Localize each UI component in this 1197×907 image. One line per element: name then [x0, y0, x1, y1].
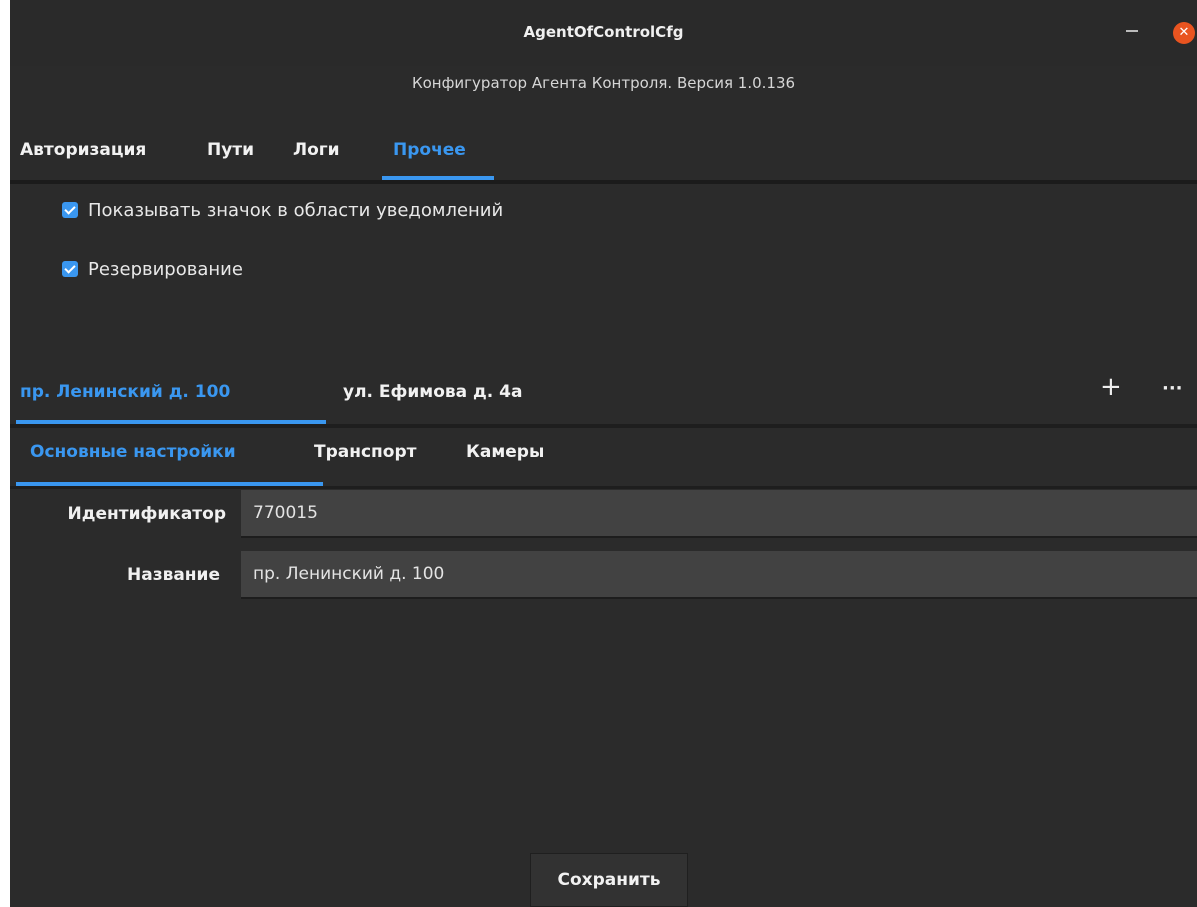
save-button[interactable]: Сохранить — [530, 853, 688, 907]
identifier-field[interactable]: 770015 — [241, 490, 1197, 538]
close-button[interactable]: ✕ — [1173, 22, 1195, 44]
title-bar: AgentOfControlCfg ✕ — [10, 0, 1197, 66]
subtab-cameras[interactable]: Камеры — [466, 442, 544, 462]
option-backup-label: Резервирование — [88, 259, 243, 280]
settings-sub-tab-bar: Основные настройки Транспорт Камеры — [10, 428, 1197, 489]
site-tab-bar: пр. Ленинский д. 100 ул. Ефимова д. 4а +… — [10, 362, 1197, 428]
checkbox-backup[interactable] — [62, 261, 78, 277]
site-tab-active-indicator — [16, 420, 326, 424]
option-backup[interactable]: Резервирование — [62, 259, 243, 280]
main-tab-bar: Авторизация Пути Логи Прочее — [10, 128, 1197, 184]
tab-paths[interactable]: Пути — [207, 140, 254, 160]
subtab-transport[interactable]: Транспорт — [314, 442, 417, 462]
checkbox-tray-icon[interactable] — [62, 202, 78, 218]
add-site-button[interactable]: + — [1100, 372, 1122, 402]
window-title: AgentOfControlCfg — [523, 23, 684, 41]
subtab-active-indicator — [16, 482, 323, 486]
subtab-main-settings[interactable]: Основные настройки — [30, 442, 236, 462]
app-version-subtitle: Конфигуратор Агента Контроля. Версия 1.0… — [411, 74, 796, 92]
tab-active-indicator — [382, 176, 494, 180]
option-tray-icon-label: Показывать значок в области уведомлений — [88, 200, 504, 221]
tab-logs[interactable]: Логи — [293, 140, 340, 160]
site-tab-leninsky[interactable]: пр. Ленинский д. 100 — [20, 382, 230, 402]
name-field[interactable]: пр. Ленинский д. 100 — [241, 551, 1197, 599]
site-tab-efimova[interactable]: ул. Ефимова д. 4а — [343, 382, 522, 402]
option-tray-icon[interactable]: Показывать значок в области уведомлений — [62, 200, 503, 221]
more-menu-button[interactable]: ··· — [1162, 378, 1183, 399]
app-window: AgentOfControlCfg ✕ Конфигуратор Агента … — [10, 0, 1197, 907]
name-label: Название — [127, 565, 220, 585]
minimize-button[interactable] — [1126, 30, 1138, 32]
tab-authorization[interactable]: Авторизация — [20, 140, 146, 160]
identifier-label: Идентификатор — [67, 504, 227, 524]
tab-other[interactable]: Прочее — [393, 140, 466, 160]
